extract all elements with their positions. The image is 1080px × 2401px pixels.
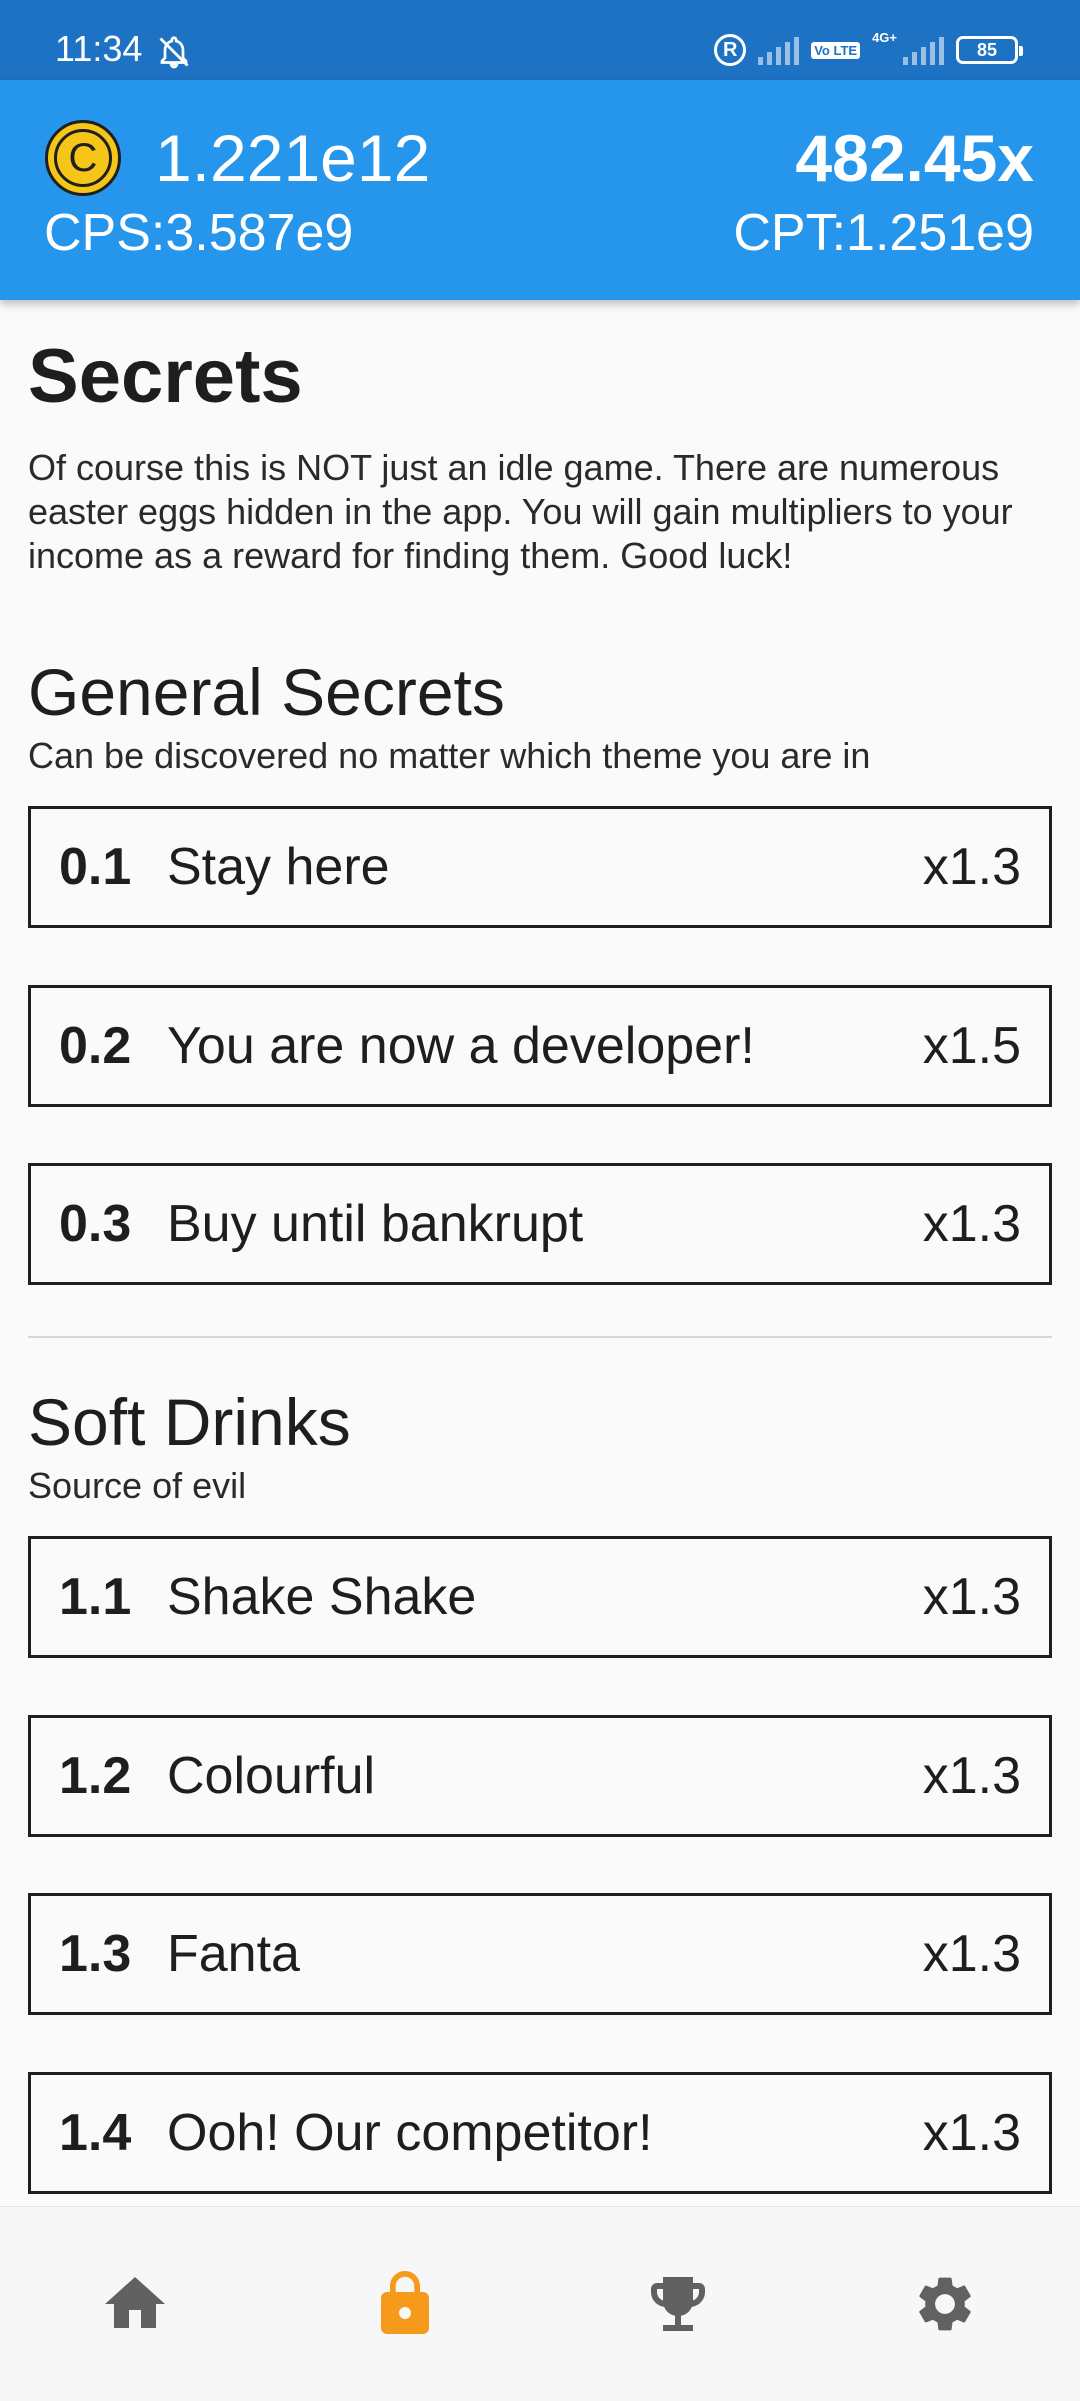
- secret-card-1-4[interactable]: 1.4 Ooh! Our competitor! x1.3: [28, 2072, 1052, 2194]
- intro-text: Of course this is NOT just an idle game.…: [28, 447, 1013, 576]
- secret-number: 1.2: [59, 1747, 132, 1805]
- secret-multiplier: x1.3: [922, 1747, 1021, 1805]
- lock-icon: [381, 2271, 429, 2334]
- nav-achievements[interactable]: [633, 2259, 723, 2349]
- secret-name: Stay here: [167, 838, 390, 896]
- home-icon: [105, 2277, 165, 2328]
- secret-multiplier: x1.5: [922, 1017, 1021, 1075]
- secret-number: 0.2: [59, 1017, 132, 1075]
- secret-number: 1.3: [59, 1925, 132, 1983]
- volte-badge: Vo LTE: [811, 41, 861, 59]
- secret-card-0-1[interactable]: 0.1 Stay here x1.3: [28, 806, 1052, 928]
- coin-icon: C: [45, 120, 121, 196]
- section-subtitle-general: Can be discovered no matter which theme …: [28, 735, 871, 776]
- section-title-general: General Secrets: [28, 655, 505, 729]
- signal-icon-1: [758, 35, 800, 65]
- secret-name: Fanta: [167, 1925, 300, 1983]
- section-subtitle-soft-drinks: Source of evil: [28, 1465, 247, 1506]
- coin-count: 1.221e12: [155, 121, 431, 195]
- app-header: C 1.221e12 482.45x CPS:3.587e9 CPT:1.251…: [0, 80, 1080, 300]
- secret-card-1-2[interactable]: 1.2 Colourful x1.3: [28, 1715, 1052, 1837]
- signal-icon-2: [903, 35, 944, 65]
- status-bar: 11:34 R Vo LTE 4G+ 85: [0, 0, 1080, 80]
- bell-off-icon: [159, 36, 189, 69]
- secret-number: 1.4: [59, 2104, 132, 2162]
- battery-icon: 85: [956, 36, 1023, 64]
- cpt-value: CPT:1.251e9: [733, 204, 1034, 262]
- bottom-nav: [0, 2206, 1080, 2401]
- status-time: 11:34: [55, 28, 143, 69]
- secret-multiplier: x1.3: [922, 838, 1021, 896]
- trophy-icon: [651, 2277, 705, 2331]
- settings-icon: [919, 2277, 971, 2331]
- secret-number: 0.3: [59, 1195, 132, 1253]
- multiplier-value: 482.45x: [795, 121, 1034, 195]
- secret-card-1-3[interactable]: 1.3 Fanta x1.3: [28, 1893, 1052, 2015]
- secret-name: You are now a developer!: [167, 1017, 755, 1075]
- secret-name: Buy until bankrupt: [167, 1195, 584, 1253]
- section-title-soft-drinks: Soft Drinks: [28, 1385, 351, 1459]
- secret-name: Colourful: [167, 1747, 376, 1805]
- secret-number: 0.1: [59, 838, 132, 896]
- secret-card-0-2[interactable]: 0.2 You are now a developer! x1.5: [28, 985, 1052, 1107]
- page-title: Secrets: [28, 334, 303, 419]
- secret-multiplier: x1.3: [922, 2104, 1021, 2162]
- secret-multiplier: x1.3: [922, 1195, 1021, 1253]
- secret-card-0-3[interactable]: 0.3 Buy until bankrupt x1.3: [28, 1163, 1052, 1285]
- nav-settings[interactable]: [900, 2259, 990, 2349]
- secret-multiplier: x1.3: [922, 1925, 1021, 1983]
- cps-value: CPS:3.587e9: [44, 204, 354, 262]
- network-type: 4G+: [872, 30, 897, 45]
- secret-number: 1.1: [59, 1568, 132, 1626]
- secret-card-1-1[interactable]: 1.1 Shake Shake x1.3: [28, 1536, 1052, 1658]
- status-icons: R Vo LTE 4G+ 85: [714, 30, 1023, 70]
- secret-name: Shake Shake: [167, 1568, 477, 1626]
- nav-secrets[interactable]: [360, 2259, 450, 2349]
- nav-home[interactable]: [90, 2259, 180, 2349]
- registered-icon: R: [714, 34, 747, 66]
- coin-symbol: C: [54, 129, 112, 187]
- section-divider: [28, 1336, 1052, 1338]
- secret-name: Ooh! Our competitor!: [167, 2104, 653, 2162]
- secret-multiplier: x1.3: [922, 1568, 1021, 1626]
